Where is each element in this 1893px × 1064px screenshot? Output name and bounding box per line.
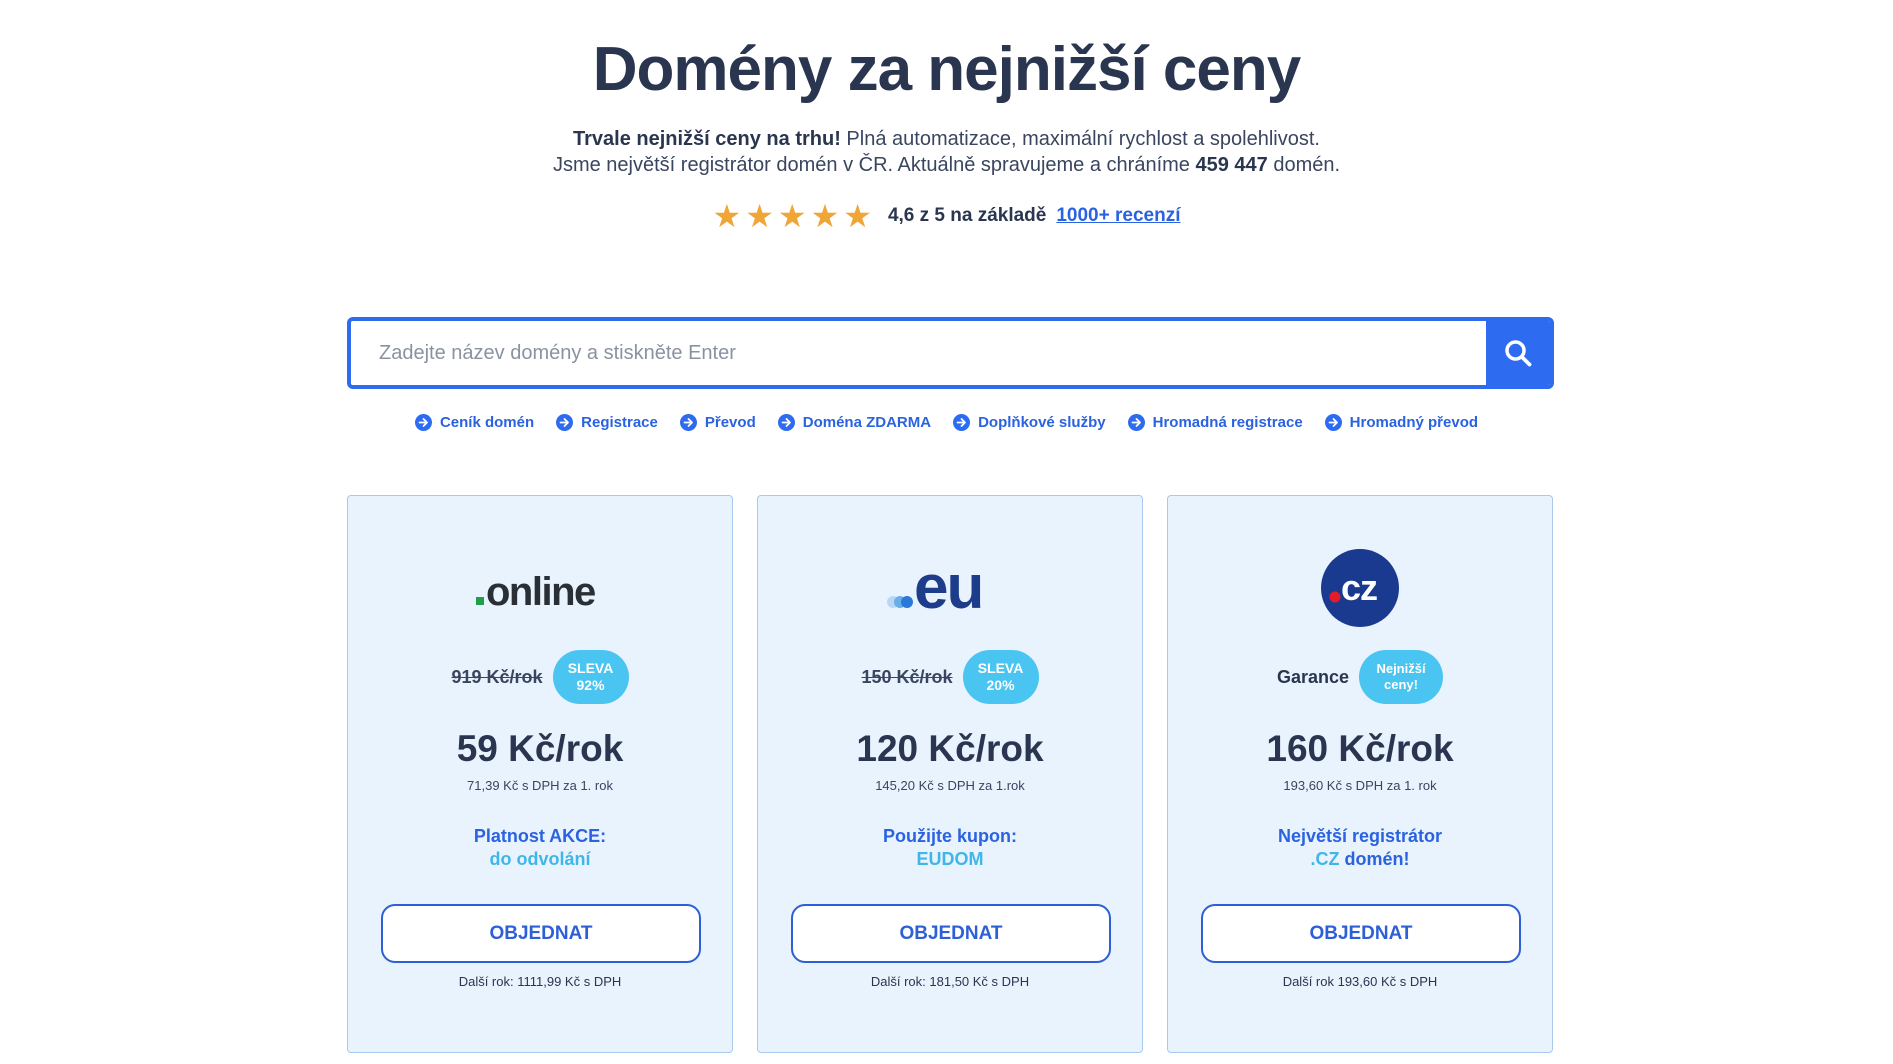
quicklink-label: Doplňkové služby	[978, 414, 1106, 431]
next-year-price: Další rok 193,60 Kč s DPH	[1282, 974, 1438, 989]
order-button[interactable]: OBJEDNAT	[791, 904, 1111, 963]
lowest-price-badge: Nejnižší ceny!	[1359, 650, 1444, 704]
arrow-right-circle-icon	[414, 414, 432, 431]
intro-line-2: Jsme největší registrátor domén v ČR. Ak…	[0, 152, 1893, 178]
rating: ★ ★ ★ ★ ★ 4,6 z 5 na základě 1000+ recen…	[0, 200, 1893, 232]
domain-card-cz: cz Garance Nejnižší ceny! 160 Kč/rok 193…	[1167, 495, 1553, 1053]
promo-text: Použijte kupon: EUDOM	[758, 825, 1142, 871]
price-with-vat: 193,60 Kč s DPH za 1. rok	[1283, 778, 1437, 793]
promo-line-2: do odvolání	[489, 849, 591, 869]
rating-text: 4,6 z 5 na základě	[887, 205, 1047, 226]
quicklink-registrace[interactable]: Registrace	[556, 414, 658, 431]
intro-bold: Trvale nejnižší ceny na trhu!	[573, 128, 841, 150]
cz-logo-mark: cz	[1321, 549, 1399, 627]
price-row: 919 Kč/rok SLEVA 92%	[348, 650, 732, 704]
order-button[interactable]: OBJEDNAT	[1201, 904, 1521, 963]
arrow-right-circle-icon	[1127, 414, 1145, 431]
price: 59 Kč/rok	[456, 728, 624, 769]
intro-line2-start: Jsme největší registrátor domén v ČR. Ak…	[552, 154, 1196, 176]
price-row: 150 Kč/rok SLEVA 20%	[758, 650, 1142, 704]
arrow-right-circle-icon	[953, 414, 971, 431]
badge-line-2: 20%	[986, 677, 1015, 693]
quicklink-domena-zdarma[interactable]: Doména ZDARMA	[777, 414, 932, 431]
promo-text: Platnost AKCE: do odvolání	[348, 825, 732, 871]
order-button[interactable]: OBJEDNAT	[381, 904, 701, 963]
promo-line-1: Použijte kupon:	[883, 826, 1017, 846]
quicklink-label: Převod	[704, 414, 756, 431]
quicklink-doplnkove-sluzby[interactable]: Doplňkové služby	[953, 414, 1106, 431]
star-icon: ★	[777, 197, 807, 235]
search-input[interactable]	[351, 321, 1486, 385]
star-icon: ★	[712, 197, 742, 235]
domain-card-eu: eu 150 Kč/rok SLEVA 20% 120 Kč/rok 145,2…	[757, 495, 1143, 1053]
coupon-code: EUDOM	[916, 849, 984, 869]
online-logo-text: online	[486, 570, 595, 613]
promo-line-2: .CZ domén!	[1168, 848, 1552, 871]
reviews-link[interactable]: 1000+ recenzí	[1056, 205, 1180, 227]
promo-text: Největší registrátor .CZ domén!	[1168, 825, 1552, 871]
domain-card-online: online 919 Kč/rok SLEVA 92% 59 Kč/rok 71…	[347, 495, 733, 1053]
quicklink-label: Registrace	[581, 414, 658, 431]
eu-logo: eu	[758, 546, 1142, 630]
promo-line-1: Platnost AKCE:	[473, 826, 607, 846]
quicklink-hromadny-prevod[interactable]: Hromadný převod	[1324, 414, 1479, 431]
cz-logo: cz	[1168, 546, 1552, 630]
page-title: Domény za nejnižší ceny	[592, 35, 1301, 104]
eu-logo-text: eu	[914, 558, 982, 618]
intro-line2-end: domén.	[1267, 154, 1341, 176]
old-price: 919 Kč/rok	[451, 666, 543, 687]
intro-rest: Plná automatizace, maximální rychlost a …	[840, 128, 1320, 150]
domain-search	[347, 317, 1554, 389]
badge-line-2: ceny!	[1384, 677, 1418, 692]
promo-line-1: Největší registrátor	[1277, 826, 1443, 846]
discount-badge: SLEVA 20%	[962, 650, 1039, 704]
quicklink-prevod[interactable]: Převod	[679, 414, 756, 431]
rating-stars: ★ ★ ★ ★ ★	[713, 200, 872, 232]
star-icon: ★	[745, 197, 774, 235]
domain-count: 459 447	[1195, 154, 1268, 176]
badge-line-1: Nejnižší	[1376, 661, 1426, 676]
badge-line-1: SLEVA	[567, 660, 614, 676]
intro-line-1: Trvale nejnižší ceny na trhu! Plná autom…	[0, 126, 1893, 152]
guarantee-label: Garance	[1276, 666, 1350, 687]
intro-text: Trvale nejnižší ceny na trhu! Plná autom…	[0, 126, 1893, 178]
promo-line-2-rest: domén!	[1339, 849, 1410, 869]
quicklink-label: Hromadný převod	[1349, 414, 1479, 431]
arrow-right-circle-icon	[556, 414, 574, 431]
quicklink-cenik[interactable]: Ceník domén	[414, 414, 535, 431]
price: 160 Kč/rok	[1266, 728, 1454, 769]
online-logo-mark: online	[476, 570, 597, 613]
eu-logo-mark: eu	[887, 558, 984, 618]
quick-links: Ceník domén Registrace Převod Doména ZDA…	[0, 414, 1893, 431]
badge-line-2: 92%	[576, 677, 605, 693]
arrow-right-circle-icon	[679, 414, 697, 431]
search-button[interactable]	[1486, 321, 1550, 385]
cz-logo-text: cz	[1341, 567, 1377, 608]
arrow-right-circle-icon	[777, 414, 795, 431]
arrow-right-circle-icon	[1324, 414, 1342, 431]
quicklink-label: Hromadná registrace	[1152, 414, 1303, 431]
star-icon: ★	[843, 197, 872, 235]
star-icon: ★	[810, 197, 840, 235]
next-year-price: Další rok: 1111,99 Kč s DPH	[458, 974, 622, 989]
cz-highlight: .CZ	[1310, 849, 1340, 869]
old-price: 150 Kč/rok	[861, 666, 953, 687]
price-row: Garance Nejnižší ceny!	[1168, 650, 1552, 704]
quicklink-label: Ceník domén	[439, 414, 535, 431]
price-with-vat: 145,20 Kč s DPH za 1.rok	[875, 778, 1025, 793]
discount-badge: SLEVA 92%	[552, 650, 629, 704]
price: 120 Kč/rok	[856, 728, 1044, 769]
next-year-price: Další rok: 181,50 Kč s DPH	[870, 974, 1030, 989]
quicklink-hromadna-registrace[interactable]: Hromadná registrace	[1127, 414, 1303, 431]
online-logo: online	[348, 546, 732, 630]
domain-cards: online 919 Kč/rok SLEVA 92% 59 Kč/rok 71…	[347, 495, 1554, 1053]
price-with-vat: 71,39 Kč s DPH za 1. rok	[467, 778, 613, 793]
search-icon	[1505, 340, 1532, 367]
badge-line-1: SLEVA	[977, 660, 1024, 676]
quicklink-label: Doména ZDARMA	[802, 414, 932, 431]
